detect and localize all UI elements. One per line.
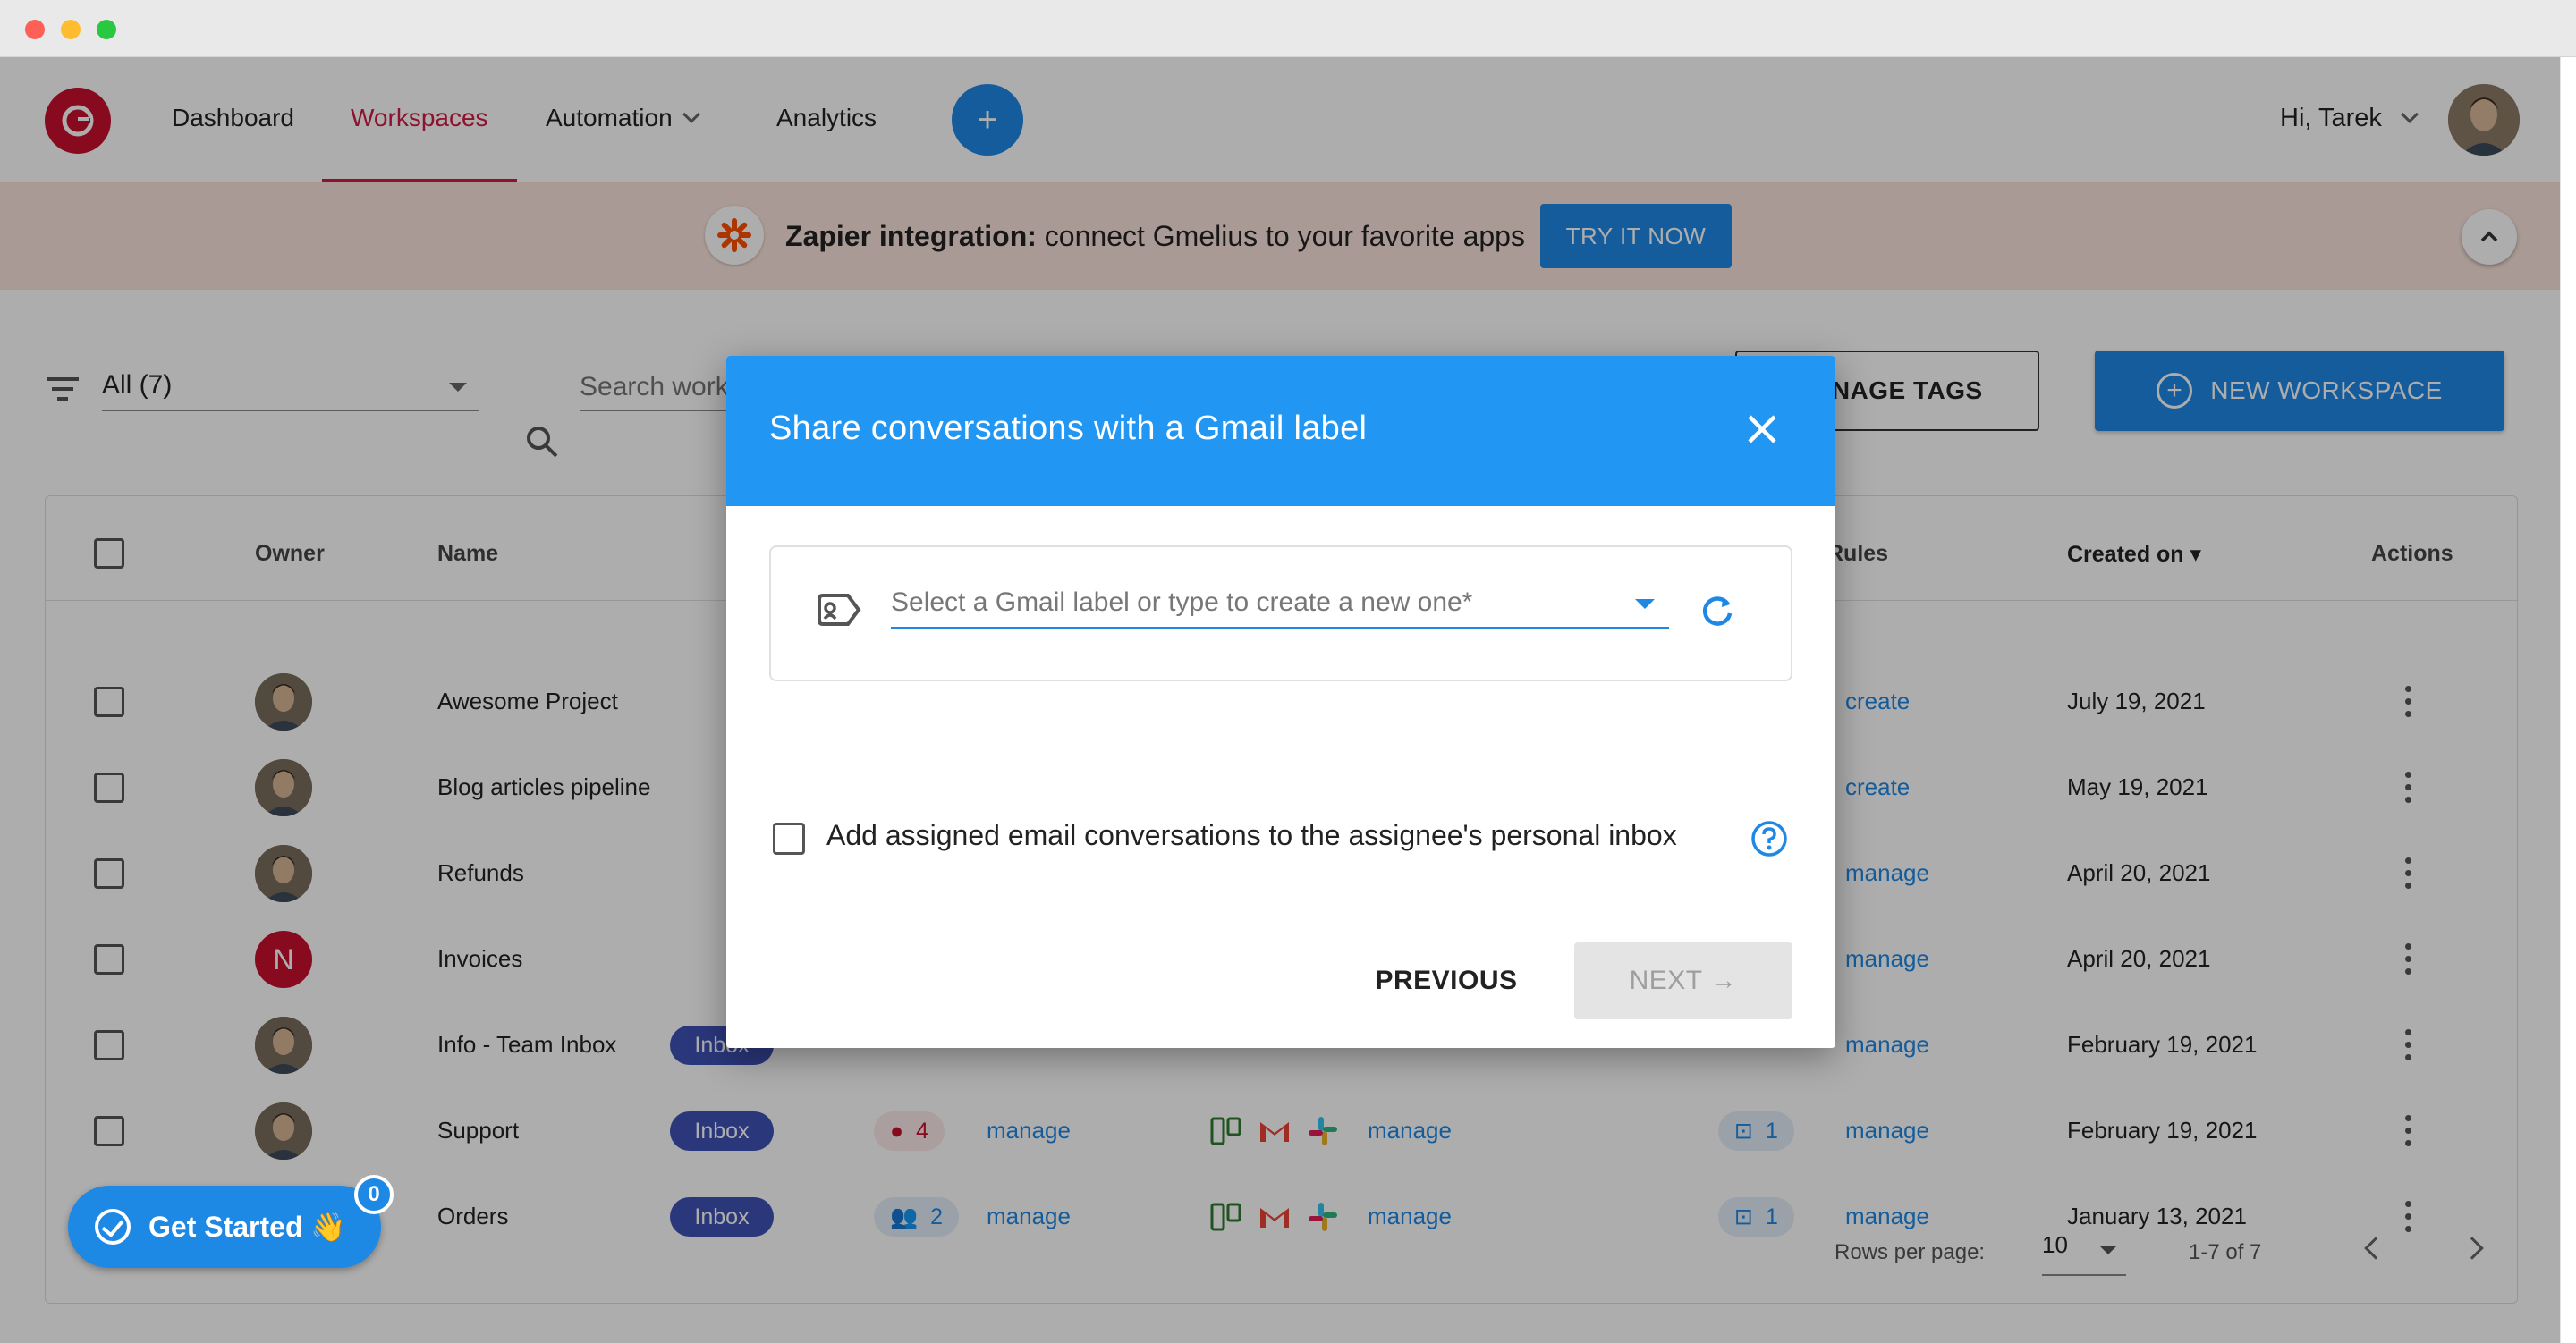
previous-button[interactable]: PREVIOUS: [1352, 942, 1540, 1019]
dialog-header: Share conversations with a Gmail label: [726, 356, 1835, 506]
zoom-window-button[interactable]: [97, 20, 116, 39]
caret-down-icon[interactable]: [1635, 599, 1655, 609]
check-circle-icon: [95, 1209, 131, 1245]
get-started-badge: 0: [354, 1175, 394, 1214]
gmail-label-input[interactable]: [891, 578, 1669, 629]
window-scrollbar[interactable]: [2560, 57, 2576, 1343]
app: Dashboard Workspaces Automation Analytic…: [0, 57, 2560, 1343]
next-button[interactable]: NEXT →: [1574, 942, 1792, 1019]
page: Dashboard Workspaces Automation Analytic…: [0, 0, 2576, 1343]
help-icon[interactable]: [1750, 819, 1789, 858]
get-started-button[interactable]: Get Started 👋: [68, 1186, 381, 1268]
personal-inbox-checkbox[interactable]: [773, 823, 805, 855]
get-started-label: Get Started 👋: [148, 1211, 347, 1243]
label-field-card: [769, 545, 1792, 681]
close-window-button[interactable]: [25, 20, 45, 39]
share-label-dialog: Share conversations with a Gmail label S…: [726, 356, 1835, 1048]
close-icon[interactable]: [1741, 408, 1784, 451]
refresh-icon[interactable]: [1698, 592, 1737, 631]
personal-inbox-label[interactable]: Add assigned email conversations to the …: [826, 819, 1677, 852]
minimize-window-button[interactable]: [61, 20, 80, 39]
label-icon: [818, 594, 861, 626]
dialog-title: Share conversations with a Gmail label: [769, 410, 1368, 447]
window-titlebar: [0, 0, 2576, 57]
